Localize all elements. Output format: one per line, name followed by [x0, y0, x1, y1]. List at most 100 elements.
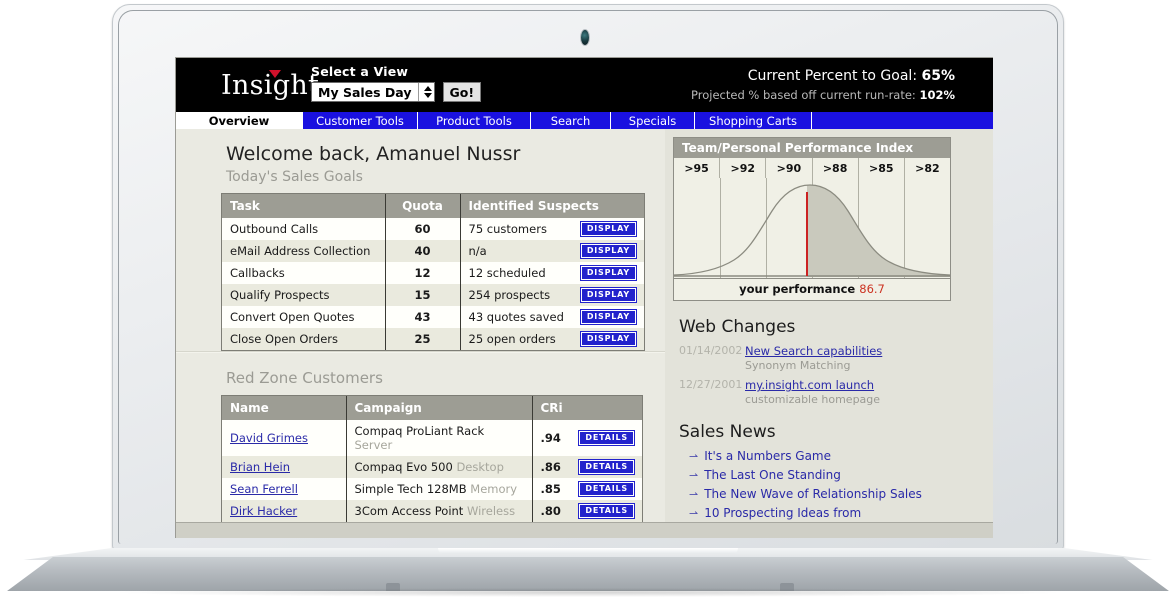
web-changes-title: Web Changes — [679, 317, 981, 337]
table-row: Qualify Prospects 15 254 prospects DISPL… — [222, 284, 644, 306]
display-button[interactable]: DISPLAY — [581, 310, 636, 324]
cell-suspects: n/a DISPLAY — [460, 240, 644, 262]
page-title: Welcome back, Amanuel Nussr — [176, 129, 665, 165]
view-select[interactable]: My Sales Day — [311, 82, 435, 102]
table-row: Outbound Calls 60 75 customers DISPLAY — [222, 218, 644, 240]
suspects-text: 12 scheduled — [469, 266, 546, 280]
laptop-base-notch — [438, 548, 738, 554]
left-column: Welcome back, Amanuel Nussr Today's Sale… — [176, 129, 665, 538]
page-body: Welcome back, Amanuel Nussr Today's Sale… — [176, 129, 993, 538]
sales-news-link[interactable]: The New Wave of Relationship Sales — [704, 487, 922, 501]
performance-footer-value: 86.7 — [859, 282, 885, 296]
tab-search[interactable]: Search — [531, 112, 611, 129]
display-button[interactable]: DISPLAY — [581, 266, 636, 280]
campaign-text: Compaq ProLiant Rack — [355, 424, 485, 438]
cell-task: Convert Open Quotes — [222, 306, 385, 328]
nav-filler — [812, 112, 993, 129]
table-row: Callbacks 12 12 scheduled DISPLAY — [222, 262, 644, 284]
laptop-shadow — [120, 588, 1056, 597]
main-nav: Overview Customer Tools Product Tools Se… — [176, 112, 993, 129]
performance-footer: your performance 86.7 — [674, 278, 950, 300]
display-button[interactable]: DISPLAY — [581, 332, 636, 346]
sales-news-link[interactable]: The Last One Standing — [704, 468, 841, 482]
screen-bottom-strip — [176, 522, 993, 538]
web-change-item: 12/27/2001 my.insight.com launch customi… — [679, 378, 981, 406]
section-divider-highlight — [176, 352, 665, 353]
campaign-category: Desktop — [456, 460, 503, 474]
col-identified-suspects: Identified Suspects — [460, 194, 644, 218]
cell-cri: .85 DETAILS — [532, 478, 642, 500]
arrow-icon: ⇀ — [689, 507, 698, 520]
cell-quota: 60 — [385, 218, 460, 240]
table-row: Brian Hein Compaq Evo 500 Desktop .86 DE… — [222, 456, 642, 478]
sales-news-link[interactable]: 10 Prospecting Ideas from — [704, 506, 861, 520]
list-item: ⇀ 10 Prospecting Ideas from — [689, 506, 981, 520]
arrow-icon: ⇀ — [689, 469, 698, 482]
details-button[interactable]: DETAILS — [579, 460, 634, 474]
red-zone-table: Name Campaign CRi David Grimes Compaq Pr… — [222, 396, 642, 538]
col-task: Task — [222, 194, 385, 218]
col-campaign: Campaign — [346, 396, 532, 420]
projected-label: Projected % based off current run-rate: — [691, 88, 916, 102]
performance-footer-label: your performance — [739, 282, 855, 296]
laptop-base-body — [0, 557, 1176, 591]
campaign-category: Memory — [470, 482, 517, 496]
red-zone-body: David Grimes Compaq ProLiant Rack Server… — [222, 420, 642, 538]
goal-summary: Current Percent to Goal: 65% Projected %… — [691, 68, 955, 102]
sales-news-link[interactable]: It's a Numbers Game — [704, 449, 831, 463]
display-button[interactable]: DISPLAY — [581, 244, 636, 258]
view-select-value: My Sales Day — [318, 85, 418, 100]
browser-screen: Insight Select a View My Sales Day Go! C — [175, 57, 993, 538]
cell-name: Sean Ferrell — [222, 478, 346, 500]
campaign-category: Wireless — [467, 504, 515, 518]
web-change-item: 01/14/2002 New Search capabilities Synon… — [679, 344, 981, 372]
customer-link[interactable]: Sean Ferrell — [230, 482, 298, 496]
cell-cri: .80 DETAILS — [532, 500, 642, 522]
current-percent-to-goal: Current Percent to Goal: 65% — [691, 68, 955, 84]
projected-run-rate: Projected % based off current run-rate: … — [691, 88, 955, 102]
tab-specials[interactable]: Specials — [611, 112, 695, 129]
cell-name: Brian Hein — [222, 456, 346, 478]
cell-task: Outbound Calls — [222, 218, 385, 240]
go-button[interactable]: Go! — [443, 82, 482, 102]
cell-task: Close Open Orders — [222, 328, 385, 350]
sales-goals-table-wrap: Task Quota Identified Suspects Outbound … — [221, 193, 645, 351]
tab-shopping-carts[interactable]: Shopping Carts — [695, 112, 812, 129]
cri-value: .94 — [541, 431, 561, 445]
col-name: Name — [222, 396, 346, 420]
display-button[interactable]: DISPLAY — [581, 288, 636, 302]
campaign-text: 3Com Access Point — [355, 504, 464, 518]
cell-quota: 15 — [385, 284, 460, 306]
customer-link[interactable]: Dirk Hacker — [230, 504, 297, 518]
display-button[interactable]: DISPLAY — [581, 222, 636, 236]
cell-campaign: Compaq ProLiant Rack Server — [346, 420, 532, 456]
bucket-2: >90 — [766, 158, 812, 178]
web-change-sub: Synonym Matching — [745, 359, 882, 372]
list-item: ⇀ The Last One Standing — [689, 468, 981, 482]
table-row: Sean Ferrell Simple Tech 128MB Memory .8… — [222, 478, 642, 500]
cri-value: .86 — [541, 460, 561, 474]
spinner-arrows-icon[interactable] — [418, 83, 432, 101]
details-button[interactable]: DETAILS — [579, 431, 634, 445]
details-button[interactable]: DETAILS — [579, 504, 634, 518]
logo-text: Insight — [221, 72, 319, 99]
tab-customer-tools[interactable]: Customer Tools — [303, 112, 418, 129]
web-change-link[interactable]: New Search capabilities — [745, 344, 882, 358]
insight-logo[interactable]: Insight — [221, 66, 309, 106]
list-item: ⇀ It's a Numbers Game — [689, 449, 981, 463]
red-zone-title: Red Zone Customers — [176, 355, 665, 387]
cell-suspects: 43 quotes saved DISPLAY — [460, 306, 644, 328]
tab-overview[interactable]: Overview — [176, 112, 303, 129]
cell-campaign: 3Com Access Point Wireless — [346, 500, 532, 522]
web-change-link[interactable]: my.insight.com launch — [745, 378, 880, 392]
customer-link[interactable]: David Grimes — [230, 431, 308, 445]
tab-product-tools[interactable]: Product Tools — [418, 112, 531, 129]
cell-suspects: 25 open orders DISPLAY — [460, 328, 644, 350]
webcam-icon — [580, 29, 590, 46]
campaign-category: Server — [355, 438, 393, 452]
screenshot-stage: Insight Select a View My Sales Day Go! C — [0, 0, 1176, 609]
table-header-row: Name Campaign CRi — [222, 396, 642, 420]
details-button[interactable]: DETAILS — [579, 482, 634, 496]
performance-buckets: >95 >92 >90 >88 >85 >82 — [674, 158, 950, 178]
customer-link[interactable]: Brian Hein — [230, 460, 290, 474]
